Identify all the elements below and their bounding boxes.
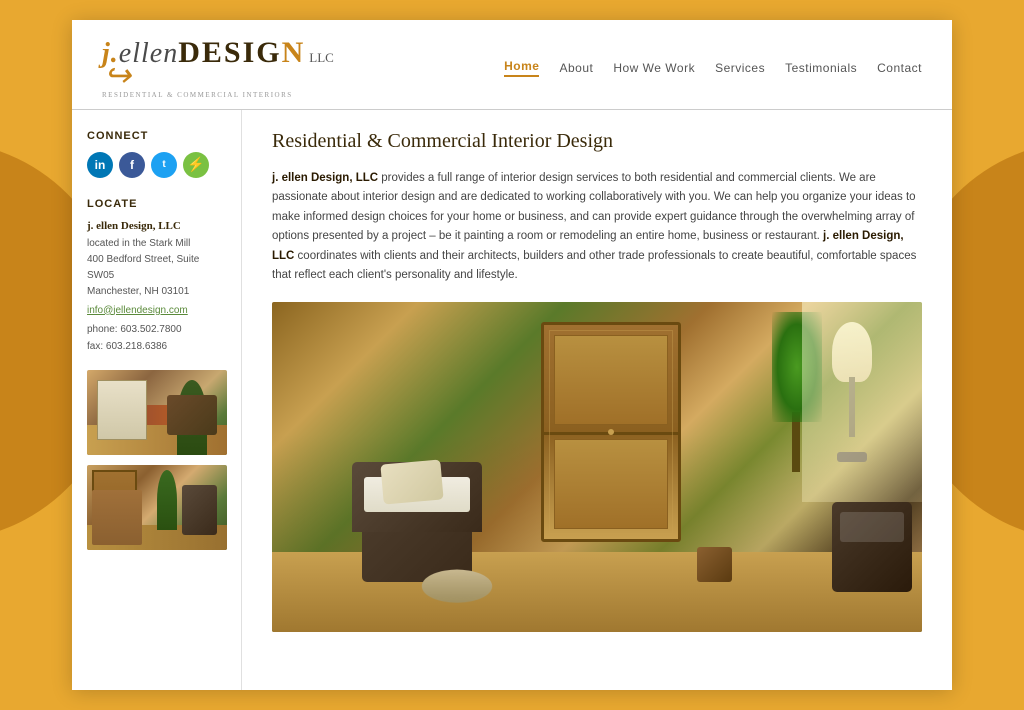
twitter-icon[interactable]: t: [151, 152, 177, 178]
sidebar-images: [87, 370, 226, 550]
facebook-icon[interactable]: f: [119, 152, 145, 178]
connect-label: Connect: [87, 130, 226, 142]
content-paragraph: j. ellen Design, LLC provides a full ran…: [272, 169, 922, 286]
social-icons: in f t ⚡: [87, 152, 226, 178]
nav-contact[interactable]: Contact: [877, 61, 922, 75]
phone: phone: 603.502.7800: [87, 324, 226, 335]
locate-section: Locate j. ellen Design, LLC located in t…: [87, 198, 226, 352]
logo-area: j.ellenDESIGN LLC ↪ RESIDENTIAL & COMMER…: [102, 38, 334, 99]
address-line1: located in the Stark Mill: [87, 236, 226, 252]
locate-label: Locate: [87, 198, 226, 210]
basket: [697, 547, 732, 582]
address-line3: Manchester, NH 03101: [87, 284, 226, 300]
email-link[interactable]: info@jellendesign.com: [87, 305, 188, 316]
pillow: [380, 459, 443, 504]
chair-right: [832, 502, 912, 592]
nav-testimonials[interactable]: Testimonials: [785, 61, 857, 75]
sidebar-image-2[interactable]: [87, 465, 227, 550]
main-nav: Home About How We Work Services Testimon…: [504, 59, 922, 77]
sidebar: Connect in f t ⚡ Locate j. ellen Design,…: [72, 110, 242, 690]
fax: fax: 603.218.6386: [87, 341, 226, 352]
logo-llc: LLC: [309, 50, 334, 66]
sidebar-image-1[interactable]: [87, 370, 227, 455]
cabinet-element: [541, 322, 681, 542]
company-name: j. ellen Design, LLC: [87, 220, 226, 232]
website-container: j.ellenDESIGN LLC ↪ RESIDENTIAL & COMMER…: [72, 20, 952, 690]
main-content-image: [272, 302, 922, 632]
linkedin-icon[interactable]: in: [87, 152, 113, 178]
logo-design: DESIGN: [178, 36, 305, 69]
content-area: Residential & Commercial Interior Design…: [242, 110, 952, 690]
address-line2: 400 Bedford Street, Suite SW05: [87, 252, 226, 284]
page-title: Residential & Commercial Interior Design: [272, 130, 922, 153]
nav-about[interactable]: About: [559, 61, 593, 75]
nav-how-we-work[interactable]: How We Work: [613, 61, 695, 75]
nav-home[interactable]: Home: [504, 59, 539, 77]
logo-swoosh: ↪: [104, 63, 131, 89]
houzz-icon[interactable]: ⚡: [183, 152, 209, 178]
logo-text: j.ellenDESIGN: [102, 38, 305, 68]
logo-subtitle: RESIDENTIAL & COMMERCIAL INTERIORS: [102, 91, 293, 99]
header: j.ellenDESIGN LLC ↪ RESIDENTIAL & COMMER…: [72, 20, 952, 110]
window-light: [802, 302, 922, 502]
main-layout: Connect in f t ⚡ Locate j. ellen Design,…: [72, 110, 952, 690]
nav-services[interactable]: Services: [715, 61, 765, 75]
